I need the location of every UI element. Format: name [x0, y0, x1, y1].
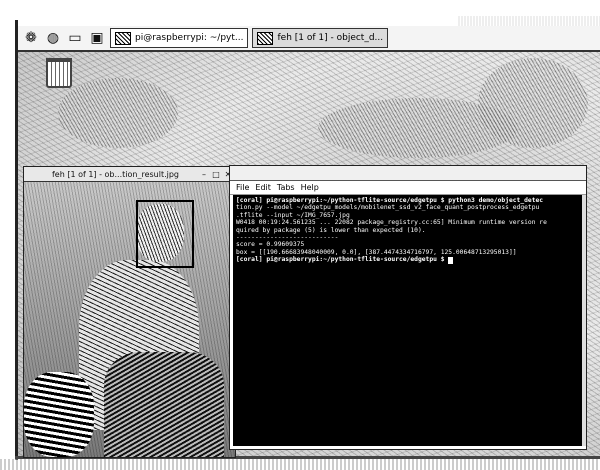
- feh-titlebar[interactable]: feh [1 of 1] - ob...tion_result.jpg – □ …: [24, 167, 235, 182]
- image-thumbnail-icon: [257, 31, 274, 45]
- menu-tabs[interactable]: Tabs: [277, 183, 295, 192]
- face-detection-box: [136, 200, 194, 268]
- terminal-line: tion.py --model ~/edgetpu_models/mobilen…: [236, 204, 540, 212]
- terminal-menubar: File Edit Tabs Help: [230, 181, 586, 195]
- terminal-line: box = [[190.66683948040009, 0.0], [387.4…: [236, 248, 517, 256]
- terminal-line: [coral] pi@raspberrypi:~/python-tflite-s…: [236, 197, 544, 204]
- taskbar-task-label: feh [1 of 1] - object_d...: [277, 33, 384, 43]
- taskbar-task-feh[interactable]: feh [1 of 1] - object_d...: [252, 28, 389, 48]
- maximize-button[interactable]: □: [211, 170, 221, 179]
- taskbar-task-label: pi@raspberrypi: ~/pyt...: [135, 33, 244, 43]
- terminal-window[interactable]: File Edit Tabs Help [coral] pi@raspberry…: [229, 165, 587, 450]
- dog-figure: [24, 372, 94, 457]
- terminal-titlebar[interactable]: [230, 166, 586, 181]
- text-cursor: [448, 256, 454, 264]
- terminal-line: score = 0.99609375: [236, 241, 305, 249]
- person-legs: [104, 352, 224, 457]
- terminal-prompt: [coral] pi@raspberrypi:~/python-tflite-s…: [236, 256, 449, 264]
- minimize-button[interactable]: –: [199, 170, 209, 179]
- trash-icon[interactable]: [46, 58, 72, 88]
- terminal-thumbnail-icon: [115, 31, 131, 45]
- terminal-line: .tflite --input ~/IMG_7657.jpg: [236, 211, 350, 219]
- taskbar-task-terminal[interactable]: pi@raspberrypi: ~/pyt...: [110, 28, 249, 48]
- detection-result-image: [24, 182, 235, 457]
- monitor-edge: [15, 20, 18, 460]
- feh-image-window[interactable]: feh [1 of 1] - ob...tion_result.jpg – □ …: [23, 166, 236, 458]
- terminal-prompt-line: [coral] pi@raspberrypi:~/python-tflite-s…: [236, 256, 579, 264]
- menu-edit[interactable]: Edit: [255, 183, 271, 192]
- taskbar: ❁ ◍ ▭ ▣ pi@raspberrypi: ~/pyt... feh [1 …: [18, 26, 600, 52]
- globe-icon[interactable]: ◍: [44, 29, 62, 47]
- raspberry-menu-icon[interactable]: ❁: [22, 29, 40, 47]
- terminal-icon[interactable]: ▣: [88, 29, 106, 47]
- terminal-scrollbar[interactable]: [582, 195, 586, 446]
- screen-bottom-noise: [0, 459, 600, 470]
- feh-window-title: feh [1 of 1] - ob...tion_result.jpg: [51, 169, 180, 179]
- terminal-output[interactable]: [coral] pi@raspberrypi:~/python-tflite-s…: [233, 195, 582, 446]
- wallpaper-shape: [478, 58, 588, 148]
- menu-help[interactable]: Help: [301, 183, 319, 192]
- terminal-line: W0418 00:19:24.561235 ... 22082 package_…: [236, 219, 547, 227]
- menu-file[interactable]: File: [236, 183, 249, 192]
- wallpaper-shape: [58, 78, 178, 148]
- terminal-line: quired by package (5) is lower than expe…: [236, 226, 426, 234]
- terminal-line: ---------------------------: [236, 234, 339, 242]
- folder-icon[interactable]: ▭: [66, 29, 84, 47]
